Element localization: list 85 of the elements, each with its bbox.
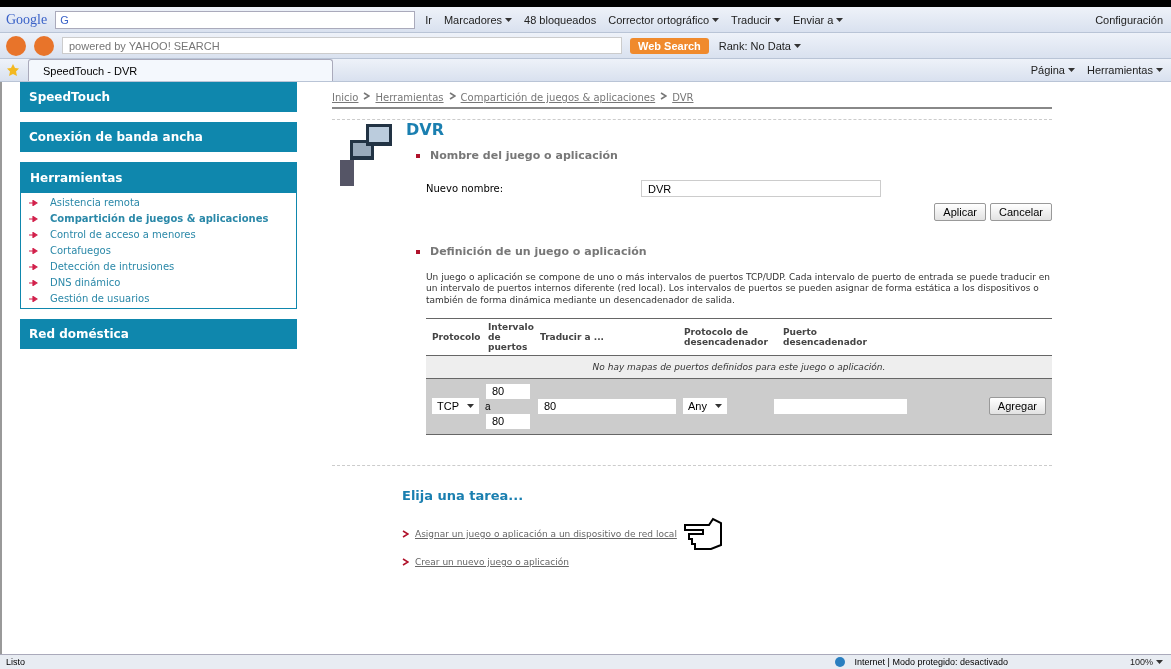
column-header: Puerto desencadenador [783,326,868,347]
toolbar-button[interactable]: Marcadores [441,13,515,26]
range-separator: a [485,400,492,412]
caret-icon [712,17,720,22]
toolbar-button[interactable]: Traducir [729,13,784,26]
toolbar-button[interactable]: Enviar a [791,13,846,26]
chevron-icon [660,92,668,100]
breadcrumb-link[interactable]: Inicio [332,92,359,103]
add-button[interactable]: Agregar [988,397,1046,416]
form-button[interactable]: Cancelar [989,203,1052,221]
sidebar-link[interactable]: Cortafuegos [50,245,111,256]
breadcrumb-link[interactable]: Compartición de juegos & aplicaciones [460,92,656,103]
description-text: Un juego o aplicación se compone de uno o más intervalos de puertos TCP/UDP. Cada intervalo de puerto de entrada se puede traducir en un intervalo de puertos internos diferente (red local). Los intervalos de puertos se pueden asignar de forma estática a los dispositivos o también de forma dinámica mediante un desencadenador de salida. [426,272,1051,306]
port-from-field[interactable]: 80 [485,382,531,400]
circle-logo-icon [6,35,26,56]
tasks-heading: Elija una tarea... [402,487,525,503]
column-header: Traducir a ... [540,331,605,342]
breadcrumb-link[interactable]: Herramientas [375,92,444,103]
zoom-button[interactable]: 100% [1127,657,1165,667]
column-header: Protocolo de desencadenador [684,326,769,347]
go-button[interactable]: Ir [423,13,434,26]
page-title: DVR [406,120,445,139]
caret-icon [505,17,513,22]
toolbar-button[interactable]: Corrector ortográfico [606,13,722,26]
settings-button[interactable]: Configuración [1093,13,1165,26]
task-link[interactable]: Crear un nuevo juego o aplicación [415,556,569,567]
arrow-icon [29,295,38,302]
chevron-icon [363,92,371,100]
search-label: G [60,13,69,26]
caret-icon [836,17,844,22]
arrow-icon [29,199,38,206]
chevron-icon [402,557,409,566]
rank-button[interactable]: Rank: No Data [716,39,803,52]
breadcrumb-link[interactable]: DVR [672,92,694,103]
google-logo: Google [6,11,48,28]
arrow-icon [29,215,38,222]
arrow-icon [29,231,38,238]
bullet-icon [416,153,420,158]
arrow-icon [29,247,38,254]
sidebar-link[interactable]: Compartición de juegos & aplicaciones [50,213,269,224]
caret-icon [793,43,801,48]
chevron-icon [448,92,456,100]
arrow-icon [29,263,38,270]
bullet-icon [416,249,420,254]
star-icon[interactable] [6,63,20,77]
search-field[interactable]: powered by YAHOO! SEARCH [62,37,622,54]
column-header: Protocolo [432,331,482,342]
empty-message: No hay mapas de puertos definidos para este juego o aplicación. [426,355,1052,379]
trigger-protocol-select[interactable]: Any [683,398,727,415]
globe-icon [834,657,845,667]
sidebar-heading[interactable]: SpeedTouch [20,82,297,112]
sidebar-link[interactable]: Control de acceso a menores [50,229,196,240]
field-label: Nuevo nombre: [426,183,505,194]
section-heading: Definición de un juego o aplicación [430,245,647,258]
caret-icon [1067,68,1075,72]
sidebar-link[interactable]: Detección de intrusiones [50,261,175,272]
arrow-icon [29,279,38,286]
section-heading: Nombre del juego o aplicación [430,149,618,162]
trigger-port-field[interactable] [772,397,908,415]
sidebar-heading[interactable]: Herramientas [21,163,296,193]
caret-icon [714,404,722,409]
caret-icon [1156,660,1163,664]
sidebar-heading[interactable]: Red doméstica [20,319,297,349]
task-link[interactable]: Asignar un juego o aplicación a un dispositivo de red local [415,528,677,539]
toolbar-button[interactable]: 48 bloqueados [522,13,599,26]
translate-field[interactable]: 80 [537,397,677,415]
command-button[interactable]: Página [1028,64,1077,76]
protocol-select[interactable]: TCP [432,398,479,415]
sidebar-heading[interactable]: Conexión de banda ancha [20,122,297,152]
sidebar-link[interactable]: Asistencia remota [50,197,140,208]
name-field[interactable]: DVR [641,180,881,197]
browser-tab[interactable]: SpeedTouch - DVR [28,59,333,81]
port-to-field[interactable]: 80 [485,412,531,430]
caret-icon [1156,68,1163,72]
status-text: Listo [6,657,25,667]
form-button[interactable]: Aplicar [934,203,986,221]
zone-text: Internet | Modo protegido: desactivado [854,657,1008,667]
column-header: Intervalo de puertos [488,321,535,352]
sidebar-link[interactable]: Gestión de usuarios [50,293,150,304]
caret-icon [467,404,474,409]
circle-up-icon[interactable] [34,35,54,56]
caret-icon [774,17,782,22]
command-button[interactable]: Herramientas [1084,64,1165,76]
chevron-icon [402,529,409,538]
sidebar-link[interactable]: DNS dinámico [50,277,121,288]
